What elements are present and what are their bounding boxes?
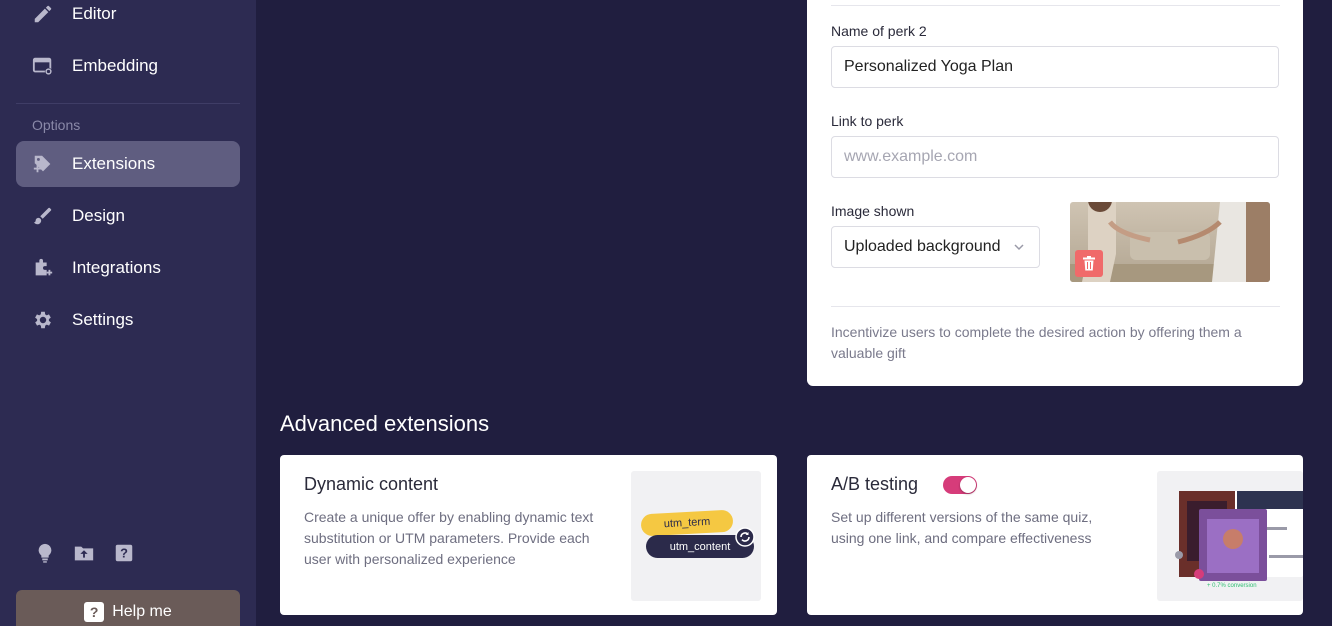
- perk-name-label: Name of perk 2: [831, 23, 927, 39]
- pencil-icon: [34, 5, 52, 23]
- refresh-icon: [735, 527, 755, 547]
- extension-icon: [33, 155, 51, 173]
- sidebar-item-label: Embedding: [72, 56, 159, 75]
- sidebar-item-label: Extensions: [72, 154, 156, 173]
- image-shown-select[interactable]: Uploaded background: [831, 226, 1040, 268]
- help-me-label: Help me: [112, 603, 172, 620]
- advanced-extensions-heading: Advanced extensions: [280, 411, 490, 436]
- image-shown-label: Image shown: [831, 203, 915, 219]
- ab-testing-toggle[interactable]: [943, 476, 977, 494]
- perk-description: Incentivize users to complete the desire…: [831, 324, 1242, 361]
- help-chat-icon: ?: [84, 602, 105, 622]
- gear-icon: [35, 311, 51, 329]
- chevron-down-icon: [1014, 244, 1024, 251]
- ab-testing-card[interactable]: A/B testing Set up different versions of…: [807, 455, 1303, 615]
- sidebar-item-embedding[interactable]: Embedding: [16, 43, 240, 89]
- sidebar-item-label: Integrations: [72, 258, 161, 277]
- help-me-button[interactable]: ? Help me: [16, 590, 240, 626]
- brush-icon: [33, 207, 52, 225]
- sidebar: Editor Embedding Options Extensions Desi…: [0, 0, 256, 626]
- ab-testing-title: A/B testing: [831, 474, 919, 494]
- integrations-icon: [35, 258, 53, 276]
- sidebar-item-design[interactable]: Design: [16, 193, 240, 239]
- dynamic-content-description: Create a unique offer by enabling dynami…: [304, 509, 594, 567]
- toggle-knob: [960, 477, 976, 493]
- sidebar-item-extensions[interactable]: Extensions: [16, 141, 240, 187]
- svg-text:?: ?: [120, 546, 128, 561]
- perk-link-input[interactable]: www.example.com: [831, 136, 1279, 178]
- lightbulb-icon[interactable]: [34, 542, 56, 564]
- help-question-icon[interactable]: ?: [113, 542, 135, 564]
- image-shown-value: Uploaded background: [844, 238, 1000, 255]
- perk-link-label: Link to perk: [831, 113, 904, 129]
- options-section-label: Options: [32, 117, 81, 133]
- dynamic-content-title: Dynamic content: [304, 474, 439, 494]
- sidebar-item-label: Settings: [72, 310, 134, 329]
- perk-divider-bottom: [831, 306, 1280, 307]
- perk-divider-top: [831, 5, 1280, 6]
- upload-folder-icon[interactable]: [73, 542, 95, 564]
- trash-icon: [1083, 256, 1095, 271]
- sidebar-divider: [16, 103, 240, 104]
- embed-icon: [32, 57, 53, 76]
- perk-card: Name of perk 2 Personalized Yoga Plan Li…: [807, 0, 1303, 386]
- ab-testing-description: Set up different versions of the same qu…: [831, 509, 1093, 546]
- ab-preview-caption: + 0.7% conversion: [1207, 583, 1257, 589]
- delete-image-button[interactable]: [1075, 250, 1103, 277]
- sidebar-item-label: Design: [72, 206, 125, 225]
- sidebar-item-label: Editor: [72, 4, 117, 23]
- sidebar-item-editor[interactable]: Editor: [16, 0, 240, 37]
- dynamic-content-preview: utm_term utm_content: [631, 471, 761, 601]
- dynamic-content-card[interactable]: Dynamic content Create a unique offer by…: [280, 455, 777, 615]
- ab-testing-preview: + 0.7% conversion: [1157, 471, 1303, 601]
- utm-term-pill: utm_term: [640, 509, 734, 537]
- perk-name-input[interactable]: Personalized Yoga Plan: [831, 46, 1279, 88]
- sidebar-item-integrations[interactable]: Integrations: [16, 245, 240, 291]
- sidebar-item-settings[interactable]: Settings: [16, 297, 240, 343]
